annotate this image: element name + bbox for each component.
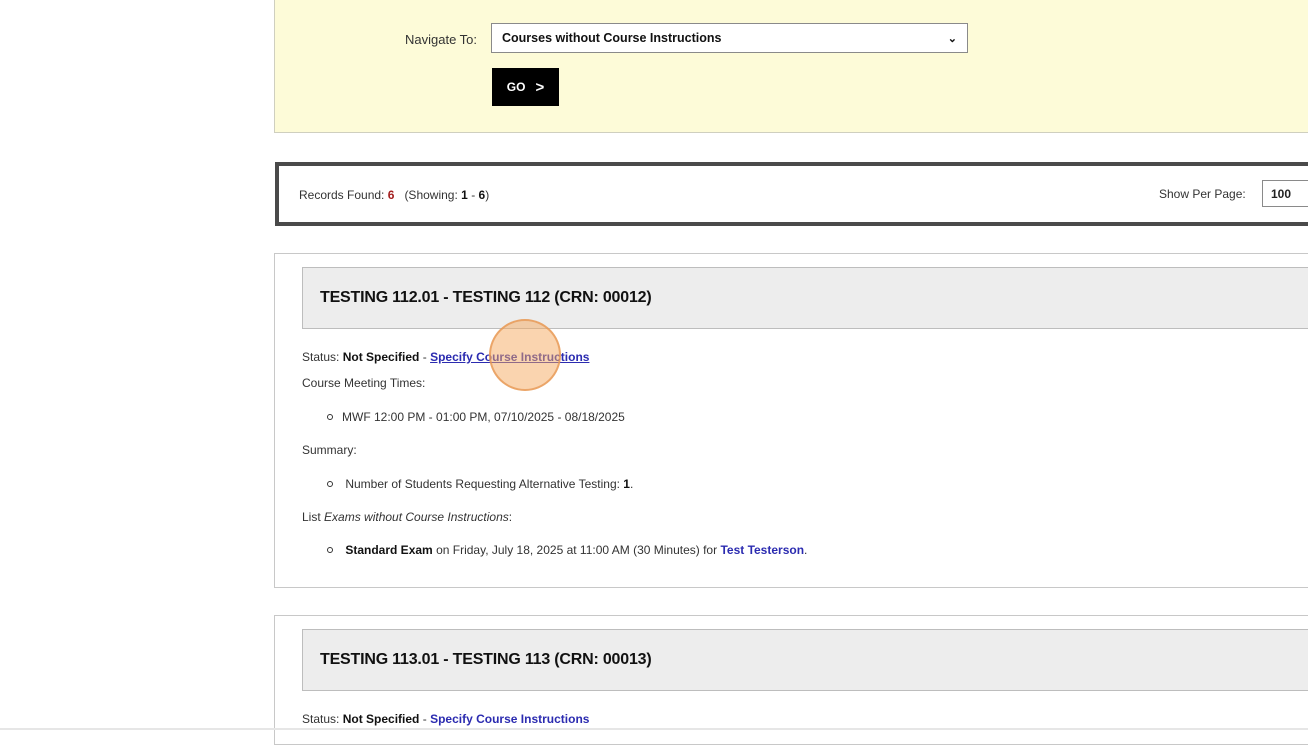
exam-details: on Friday, July 18, 2025 at 11:00 AM (30… — [436, 543, 718, 557]
summary-label: Summary: — [302, 443, 357, 457]
status-separator: - — [422, 712, 427, 726]
status-label: Status: — [302, 712, 340, 726]
status-value: Not Specified — [342, 712, 420, 726]
exam-list-prefix: List — [302, 510, 321, 524]
exam-list-title: Exams without Course Instructions — [324, 510, 509, 524]
per-page-select[interactable]: 100 — [1262, 180, 1308, 207]
student-link[interactable]: Test Testerson — [720, 543, 804, 557]
specify-course-instructions-link[interactable]: Specify Course Instructions — [430, 350, 589, 364]
showing-from: 1 — [461, 188, 468, 202]
summary-count: 1 — [623, 477, 630, 491]
records-bar: Records Found: 6 (Showing: 1 - 6) Show P… — [275, 162, 1308, 226]
status-label: Status: — [302, 350, 340, 364]
per-page-value: 100 — [1271, 186, 1292, 201]
navigate-panel: Navigate To: Courses without Course Inst… — [274, 0, 1308, 133]
go-button[interactable]: GO > — [492, 68, 559, 106]
records-summary: Records Found: 6 (Showing: 1 - 6) — [299, 188, 489, 202]
course-status: Status: Not Specified - Specify Course I… — [302, 350, 589, 364]
course-title: TESTING 112.01 - TESTING 112 (CRN: 00012… — [302, 267, 1308, 329]
exam-list-label: List Exams without Course Instructions: — [302, 510, 512, 524]
navigate-label: Navigate To: — [405, 32, 478, 47]
records-count: 6 — [387, 188, 395, 202]
chevron-right-icon: > — [535, 78, 545, 96]
specify-course-instructions-link[interactable]: Specify Course Instructions — [430, 712, 589, 726]
meeting-times-label: Course Meeting Times: — [302, 376, 426, 390]
meeting-time-item: MWF 12:00 PM - 01:00 PM, 07/10/2025 - 08… — [327, 410, 625, 424]
per-page-label: Show Per Page: — [1159, 187, 1246, 201]
navigate-select-value: Courses without Course Instructions — [502, 31, 722, 45]
course-status: Status: Not Specified - Specify Course I… — [302, 712, 589, 726]
showing-label: (Showing: — [404, 188, 458, 202]
showing-sep: - — [471, 188, 476, 202]
exam-item: Standard Exam on Friday, July 18, 2025 a… — [327, 543, 807, 557]
course-card: TESTING 112.01 - TESTING 112 (CRN: 00012… — [274, 253, 1308, 588]
navigate-select[interactable]: Courses without Course Instructions ⌄ — [491, 23, 968, 53]
exam-list-suffix: : — [508, 510, 513, 524]
chevron-down-icon: ⌄ — [947, 32, 957, 45]
go-button-label: GO — [506, 80, 526, 94]
summary-text: Number of Students Requesting Alternativ… — [345, 477, 620, 491]
status-value: Not Specified — [342, 350, 420, 364]
summary-item: Number of Students Requesting Alternativ… — [327, 477, 633, 491]
course-card: TESTING 113.01 - TESTING 113 (CRN: 00013… — [274, 615, 1308, 745]
showing-suffix: ) — [485, 188, 490, 202]
exam-name: Standard Exam — [345, 543, 433, 557]
status-separator: - — [422, 350, 427, 364]
course-title: TESTING 113.01 - TESTING 113 (CRN: 00013… — [302, 629, 1308, 691]
records-found-label: Records Found: — [299, 188, 385, 202]
